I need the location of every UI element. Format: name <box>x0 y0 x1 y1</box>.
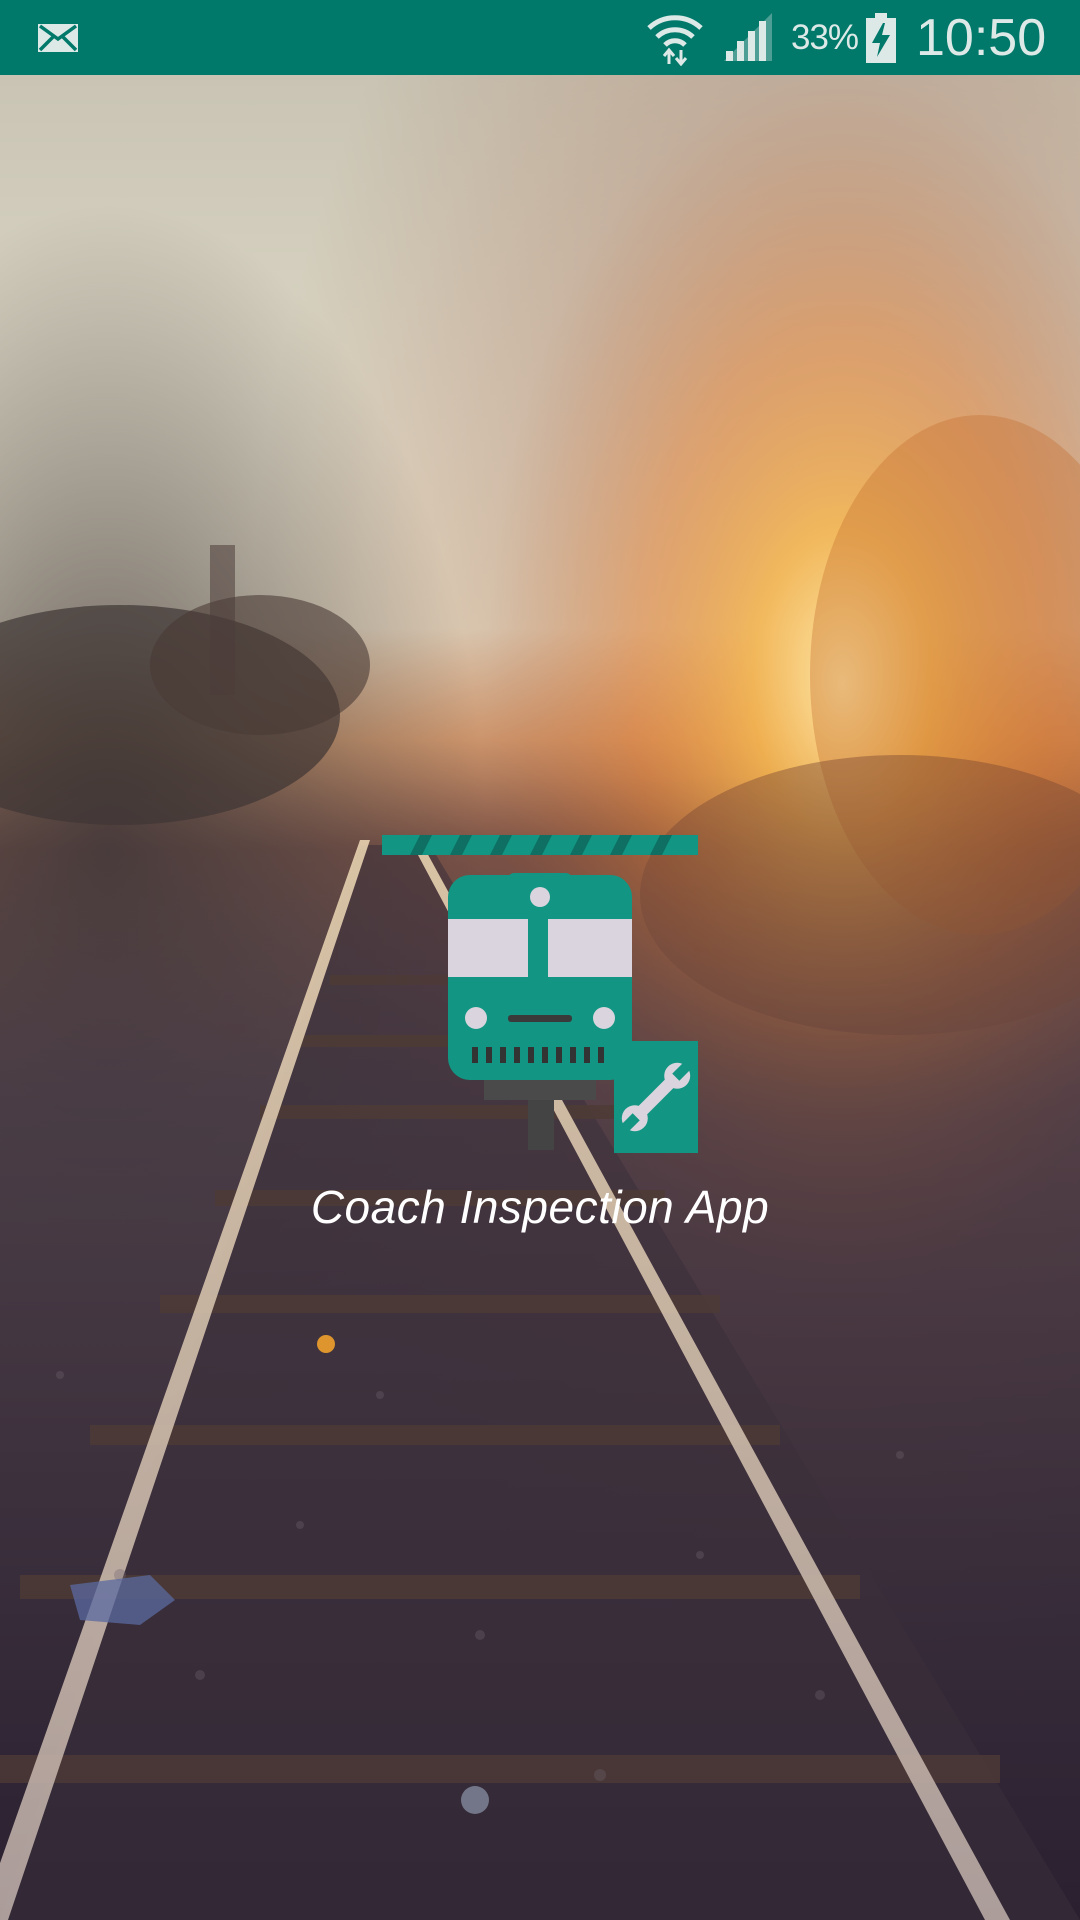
mail-icon <box>36 0 80 75</box>
wifi-icon <box>645 0 705 75</box>
splash-screen: 33% 10:50 Coach Inspection App <box>0 0 1080 1920</box>
battery-charging-icon <box>866 0 896 75</box>
clock: 10:50 <box>916 8 1047 67</box>
status-bar: 33% 10:50 <box>0 0 1080 75</box>
signal-icon <box>724 0 776 75</box>
battery-percent: 33% <box>791 17 859 57</box>
app-title: Coach Inspection App <box>310 1181 770 1233</box>
train-inspection-icon <box>380 835 700 1155</box>
